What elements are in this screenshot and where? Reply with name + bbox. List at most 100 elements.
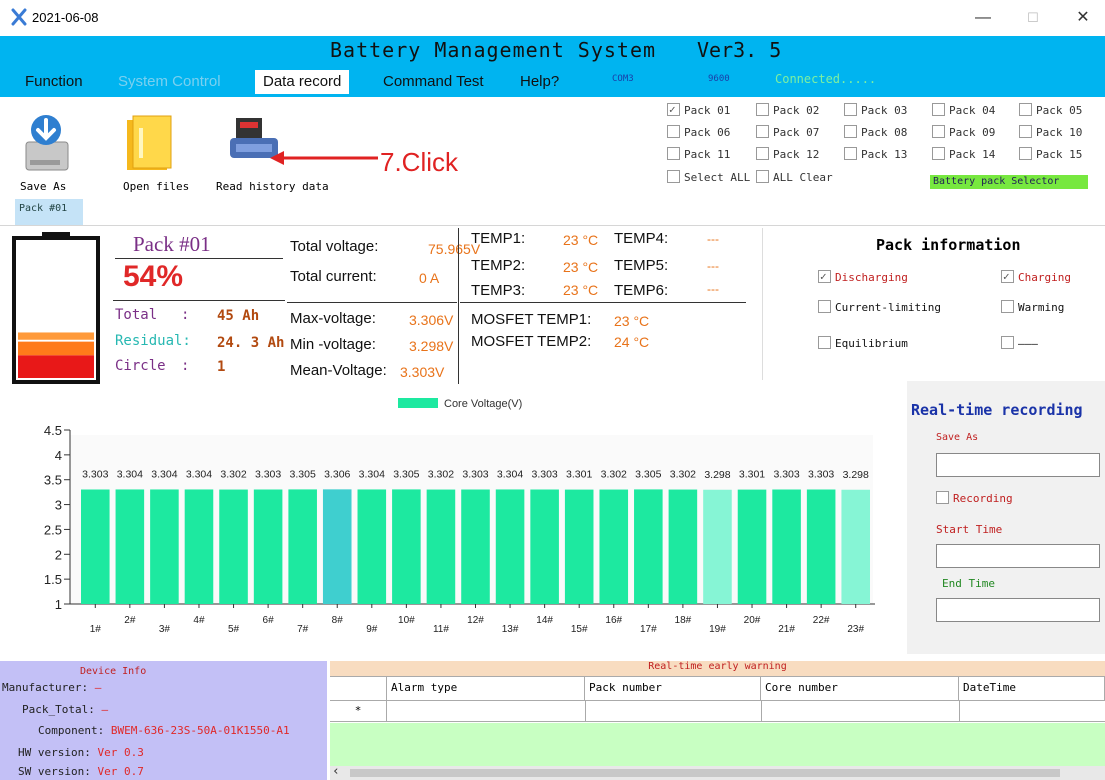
pack-checkbox-09[interactable]: Pack 09 (932, 124, 995, 142)
current-limiting-checkbox[interactable]: Current-limiting (818, 299, 941, 317)
checkbox-box[interactable] (667, 101, 680, 119)
col-datetime[interactable]: DateTime (959, 677, 1105, 701)
checkbox-box[interactable] (844, 103, 857, 116)
save-as-button[interactable] (20, 108, 72, 174)
warning-new-row[interactable]: * (330, 700, 1105, 722)
manufacturer-row: Manufacturer: — (2, 681, 102, 694)
pack-checkbox-14[interactable]: Pack 14 (932, 146, 995, 164)
pack-checkbox-label: Pack 01 (684, 104, 731, 117)
pack-checkbox-04[interactable]: Pack 04 (932, 102, 995, 120)
pack-checkbox-label: Pack 08 (861, 126, 908, 139)
maximize-button[interactable]: ☐ (1013, 4, 1053, 32)
bar-cell-2 (115, 489, 145, 604)
checkbox-box[interactable] (932, 103, 945, 116)
checkbox-box[interactable] (756, 147, 769, 160)
checkbox-box[interactable] (667, 125, 680, 138)
bar-value-label: 3.301 (566, 469, 592, 481)
pack-checkbox-label: Pack 10 (1036, 126, 1083, 139)
pack-checkbox-label: Pack 12 (773, 148, 820, 161)
bar-cell-19 (703, 489, 732, 604)
start-time-label: Start Time (936, 523, 1003, 536)
tab-pack-01[interactable]: Pack #01 (15, 199, 83, 225)
menu-data-record[interactable]: Data record (255, 70, 350, 94)
temp2-value: 23 °C (563, 259, 599, 275)
temps-divider (460, 302, 746, 303)
equilibrium-checkbox[interactable]: Equilibrium (818, 335, 908, 353)
checkbox-box[interactable] (756, 125, 769, 138)
col-alarm-type[interactable]: Alarm type (387, 677, 585, 701)
bar-cell-23 (841, 489, 870, 604)
close-button[interactable]: ✕ (1063, 4, 1103, 32)
menu-command-test[interactable]: Command Test (375, 70, 492, 94)
baud-rate: 9600 (708, 74, 730, 84)
pack-checkbox-12[interactable]: Pack 12 (756, 146, 819, 164)
pack-checkbox-02[interactable]: Pack 02 (756, 102, 819, 120)
bar-value-label: 3.304 (117, 468, 143, 480)
bar-cell-16 (599, 489, 629, 604)
col-core-number[interactable]: Core number (761, 677, 959, 701)
open-files-button[interactable] (123, 108, 175, 174)
warming-checkbox[interactable]: Warming (1001, 299, 1064, 317)
save-as-path-input[interactable] (936, 453, 1100, 477)
pack-checkbox-label: Pack 11 (684, 148, 731, 161)
bar-cell-18 (668, 489, 698, 604)
blank-checkbox[interactable]: ——— (1001, 335, 1038, 353)
checkbox-box[interactable] (1019, 147, 1032, 160)
bar-value-label: 3.305 (290, 468, 316, 480)
checkbox-box[interactable] (932, 147, 945, 160)
pack-checkbox-05[interactable]: Pack 05 (1019, 102, 1082, 120)
pack-checkbox-03[interactable]: Pack 03 (844, 102, 907, 120)
total-voltage-label: Total voltage: (290, 238, 379, 255)
charging-checkbox[interactable]: Charging (1001, 268, 1071, 287)
pack-checkbox-label: Pack 09 (949, 126, 996, 139)
minimize-button[interactable]: — (963, 4, 1003, 32)
checkbox-box[interactable] (756, 103, 769, 116)
pack-checkbox-01[interactable]: Pack 01 (667, 101, 731, 120)
temp4-label: TEMP4: (614, 230, 669, 247)
mosfet-temp2-label: MOSFET TEMP2: (471, 333, 592, 350)
checkbox-box[interactable] (844, 147, 857, 160)
scroll-left-icon[interactable]: ‹ (332, 764, 340, 779)
x-tick-label: 4# (193, 615, 205, 626)
scrollbar-thumb[interactable] (350, 769, 1060, 777)
select-all-checkbox[interactable]: Select ALL (667, 169, 750, 187)
pack-checkbox-08[interactable]: Pack 08 (844, 124, 907, 142)
menu-system-control[interactable]: System Control (110, 70, 229, 94)
bar-cell-10 (392, 489, 421, 604)
pack-checkbox-15[interactable]: Pack 15 (1019, 146, 1082, 164)
pack-checkbox-label: Pack 03 (861, 104, 908, 117)
horizontal-scrollbar[interactable]: ‹ (330, 764, 1105, 780)
legend-label: Core Voltage(V) (444, 398, 522, 410)
all-clear-checkbox[interactable]: ALL Clear (756, 169, 833, 187)
realtime-save-as-label: Save As (936, 432, 979, 443)
com-port: COM3 (612, 74, 634, 84)
read-history-button[interactable] (228, 112, 280, 178)
checkbox-box[interactable] (1019, 103, 1032, 116)
realtime-title: Real-time recording (911, 401, 1083, 419)
checkbox-box[interactable] (932, 125, 945, 138)
end-time-input[interactable] (936, 598, 1100, 622)
menu-help[interactable]: Help? (512, 70, 567, 94)
x-tick-label: 20# (744, 615, 761, 626)
discharging-checkbox[interactable]: Discharging (818, 268, 908, 287)
pack-checkbox-13[interactable]: Pack 13 (844, 146, 907, 164)
col-pack-number[interactable]: Pack number (585, 677, 761, 701)
y-tick-label: 3 (55, 498, 62, 513)
pack-checkbox-07[interactable]: Pack 07 (756, 124, 819, 142)
pack-checkbox-11[interactable]: Pack 11 (667, 146, 730, 164)
pack-checkbox-06[interactable]: Pack 06 (667, 124, 730, 142)
bar-value-label: 3.303 (255, 469, 281, 481)
checkbox-box[interactable] (667, 147, 680, 160)
state-of-charge: 54% (123, 260, 184, 293)
app-banner: Battery Management System Ver3. 5 (0, 36, 1105, 64)
checkbox-box[interactable] (1019, 125, 1032, 138)
checkbox-box[interactable] (844, 125, 857, 138)
start-time-input[interactable] (936, 544, 1100, 568)
x-tick-label: 16# (605, 615, 622, 626)
temp1-label: TEMP1: (471, 230, 526, 247)
menu-function[interactable]: Function (17, 70, 91, 94)
pack-checkbox-10[interactable]: Pack 10 (1019, 124, 1082, 142)
sw-version-row: SW version: Ver 0.7 (18, 765, 144, 778)
recording-checkbox[interactable]: Recording (936, 490, 1013, 508)
warning-table-body (330, 723, 1105, 766)
